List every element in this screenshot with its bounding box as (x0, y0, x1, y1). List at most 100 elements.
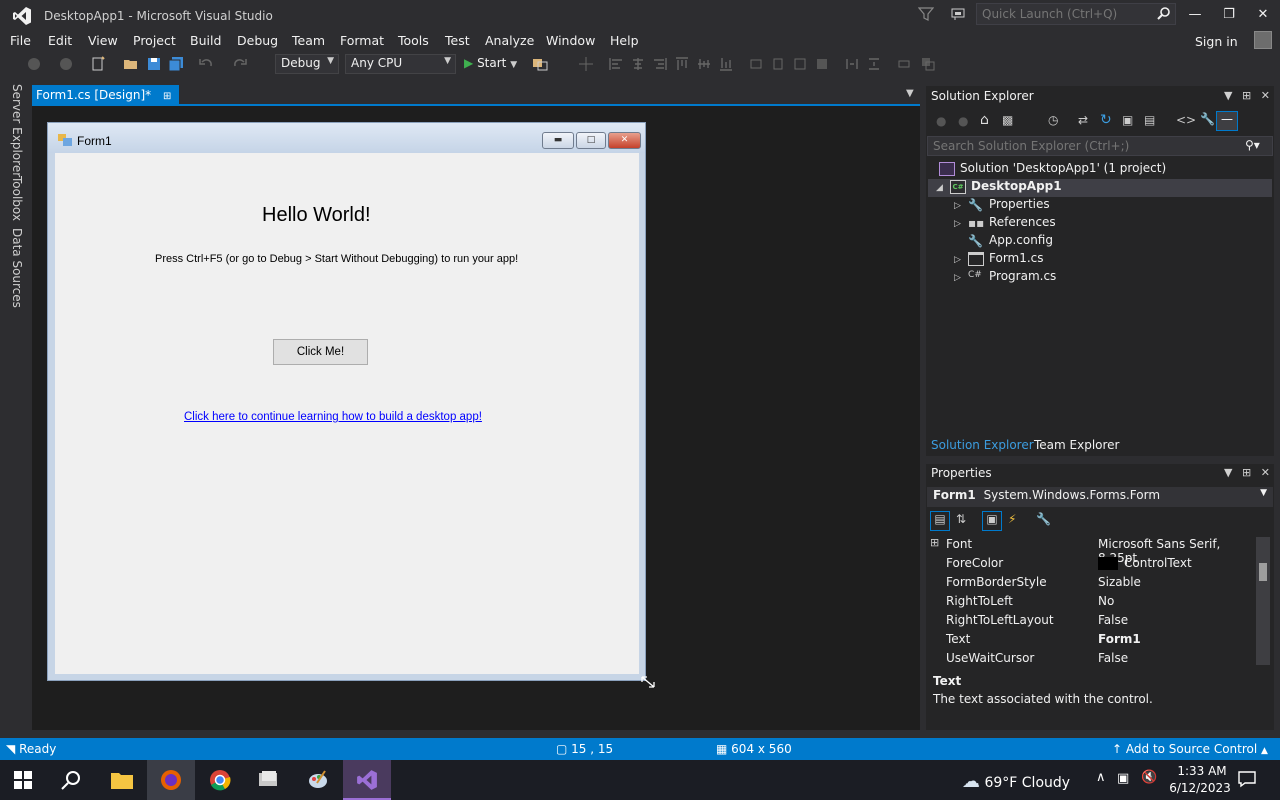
form-client-area[interactable]: Hello World! Press Ctrl+F5 (or go to Deb… (55, 153, 639, 674)
sign-in-link[interactable]: Sign in (1195, 34, 1238, 49)
home-icon[interactable]: ⌂ (980, 112, 989, 128)
search-icon[interactable] (1157, 6, 1171, 20)
browser-link-icon[interactable] (532, 56, 548, 72)
properties-wrench-icon[interactable]: 🔧 (1200, 112, 1215, 126)
properties-scrollbar[interactable] (1256, 537, 1270, 665)
property-row[interactable]: RightToLeft No (928, 593, 1254, 612)
feedback-icon[interactable] (950, 6, 966, 22)
paint-taskbar-icon[interactable] (294, 760, 342, 800)
switch-views-icon[interactable]: ▩ (1002, 113, 1013, 127)
tree-item-app-config[interactable]: 🔧 App.config (954, 233, 1053, 251)
save-all-icon[interactable] (168, 56, 184, 72)
document-list-dropdown-icon[interactable]: ▼ (906, 88, 914, 99)
tab-solution-explorer[interactable]: Solution Explorer (931, 438, 1034, 452)
alphabetical-icon[interactable]: ⇅ (956, 512, 966, 526)
menu-view[interactable]: View (88, 33, 118, 48)
show-hidden-icons-chevron-icon[interactable]: ∧ (1096, 770, 1106, 785)
tree-item-properties[interactable]: ▷ 🔧 Properties (954, 197, 1050, 215)
navigate-back-icon[interactable] (26, 56, 42, 72)
tree-item-project[interactable]: ◢ C# DesktopApp1 (936, 179, 1062, 197)
dropdown-icon[interactable]: ▼ (1224, 466, 1232, 479)
make-same-size-icon[interactable] (792, 56, 808, 72)
resize-handle-icon[interactable] (640, 675, 656, 689)
tree-item-program[interactable]: ▷ C# Program.cs (954, 269, 1056, 287)
make-same-width-icon[interactable] (748, 56, 764, 72)
open-folder-icon[interactable] (123, 56, 139, 72)
vertical-spacing-icon[interactable] (866, 56, 882, 72)
tree-item-solution[interactable]: Solution 'DesktopApp1' (1 project) (939, 161, 1166, 179)
menu-project[interactable]: Project (133, 33, 176, 48)
save-icon[interactable] (146, 56, 162, 72)
pin-icon[interactable]: ⊞ (1242, 466, 1251, 479)
tab-form1-design[interactable]: Form1.cs [Design]* ⊞ ✕ (32, 85, 179, 116)
form-maximize-button[interactable]: □ (576, 132, 606, 149)
close-button[interactable]: ✕ (1246, 0, 1280, 30)
chrome-taskbar-icon[interactable] (196, 760, 244, 800)
close-icon[interactable]: ✕ (1261, 89, 1270, 102)
pin-icon[interactable]: ⊞ (163, 91, 171, 102)
visual-studio-logo-icon[interactable] (12, 6, 32, 26)
firefox-taskbar-icon[interactable] (147, 760, 195, 800)
scrollbar-thumb[interactable] (1259, 563, 1267, 581)
property-value[interactable]: No (1098, 594, 1114, 608)
collapse-all-icon[interactable]: ▣ (1122, 113, 1133, 127)
hello-world-label[interactable]: Hello World! (262, 204, 371, 227)
dropdown-icon[interactable]: ▼ (1224, 89, 1232, 102)
expand-icon[interactable]: ⊞ (930, 536, 939, 549)
minimize-button[interactable]: — (1178, 0, 1212, 30)
properties-object-selector[interactable]: Form1 System.Windows.Forms.Form ▼ (927, 487, 1273, 507)
property-value[interactable]: ControlText (1098, 556, 1192, 570)
show-all-files-icon[interactable]: ▤ (1144, 113, 1155, 127)
windows-start-icon[interactable] (14, 771, 32, 789)
tree-item-form1[interactable]: ▷ Form1.cs (954, 251, 1044, 269)
tab-data-sources[interactable]: Data Sources (10, 228, 24, 308)
new-project-icon[interactable] (90, 56, 106, 72)
search-icon[interactable]: ⚲▾ (1245, 138, 1260, 152)
menu-help[interactable]: Help (610, 33, 639, 48)
redo-icon[interactable] (232, 56, 248, 72)
form1-window[interactable]: Form1 ▬ □ ✕ Hello World! Press Ctrl+F5 (… (47, 122, 646, 681)
navigate-forward-icon[interactable] (58, 56, 74, 72)
solution-configuration-dropdown[interactable]: Debug ▼ (275, 54, 339, 74)
property-row[interactable]: FormBorderStyle Sizable (928, 574, 1254, 593)
sync-icon[interactable]: ⇄ (1078, 113, 1088, 127)
property-pages-icon[interactable]: 🔧 (1036, 512, 1051, 526)
menu-tools[interactable]: Tools (398, 33, 429, 48)
events-lightning-icon[interactable]: ⚡ (1008, 512, 1016, 526)
property-value[interactable]: Form1 (1098, 632, 1141, 646)
search-icon[interactable] (60, 769, 82, 791)
preview-selected-items-icon[interactable]: — (1216, 111, 1238, 131)
menu-test[interactable]: Test (445, 33, 470, 48)
property-row[interactable]: RightToLeftLayout False (928, 612, 1254, 631)
form-title-bar[interactable]: Form1 ▬ □ ✕ (48, 123, 645, 153)
align-bottoms-icon[interactable] (718, 56, 734, 72)
notifications-filter-icon[interactable] (918, 6, 934, 22)
tree-item-references[interactable]: ▷ ▪▪ References (954, 215, 1056, 233)
visual-studio-taskbar-icon[interactable] (343, 760, 391, 800)
undo-icon[interactable] (198, 56, 214, 72)
menu-file[interactable]: File (10, 33, 31, 48)
align-middles-icon[interactable] (696, 56, 712, 72)
form-close-button[interactable]: ✕ (608, 132, 641, 149)
collapsed-arrow-icon[interactable]: ▷ (954, 255, 968, 265)
center-horizontally-icon[interactable] (896, 56, 912, 72)
align-lefts-icon[interactable] (608, 56, 624, 72)
tab-team-explorer[interactable]: Team Explorer (1034, 438, 1120, 452)
bring-to-front-icon[interactable] (920, 56, 936, 72)
form-minimize-button[interactable]: ▬ (542, 132, 574, 149)
menu-format[interactable]: Format (340, 33, 384, 48)
property-row[interactable]: ForeColor ControlText (928, 555, 1254, 574)
back-icon[interactable]: ● (936, 114, 946, 128)
network-icon[interactable]: ▣ (1117, 771, 1129, 786)
volume-muted-icon[interactable]: 🔇 (1141, 770, 1157, 785)
menu-edit[interactable]: Edit (48, 33, 72, 48)
property-value[interactable]: False (1098, 651, 1128, 665)
expanded-arrow-icon[interactable]: ◢ (936, 183, 950, 193)
collapsed-arrow-icon[interactable]: ▷ (954, 273, 968, 283)
quick-launch-input[interactable] (976, 3, 1176, 25)
learn-more-link[interactable]: Click here to continue learning how to b… (184, 411, 482, 423)
refresh-icon[interactable]: ↻ (1100, 112, 1112, 128)
menu-debug[interactable]: Debug (237, 33, 278, 48)
tab-server-explorer[interactable]: Server Explorer (10, 84, 24, 177)
size-to-grid-icon[interactable] (814, 56, 830, 72)
